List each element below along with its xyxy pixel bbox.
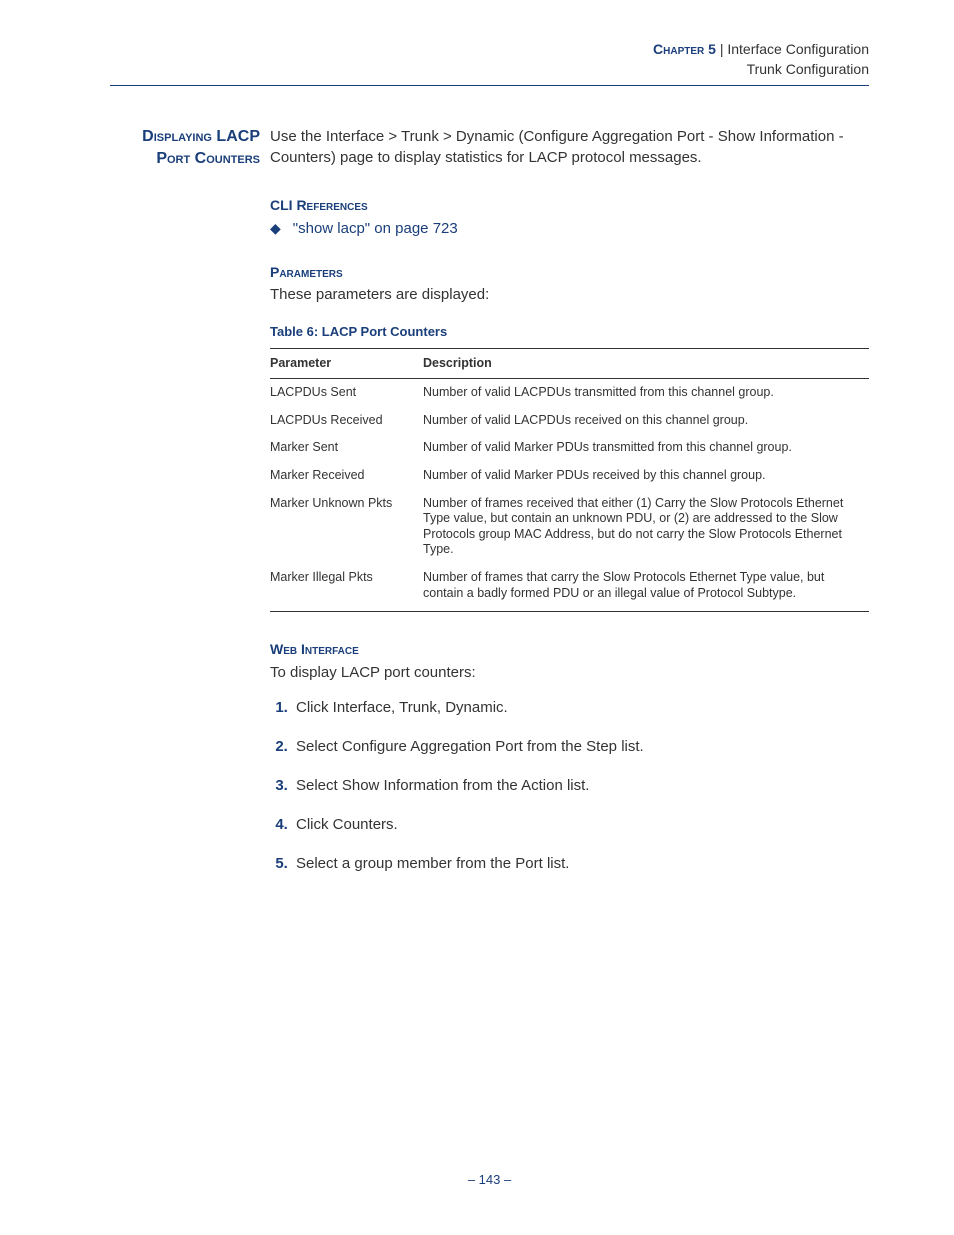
cell-parameter: LACPDUs Sent — [270, 379, 423, 407]
header-separator: | — [716, 41, 727, 57]
lacp-counters-table: Parameter Description LACPDUs SentNumber… — [270, 348, 869, 613]
cell-description: Number of valid LACPDUs transmitted from… — [423, 379, 869, 407]
col-header-description: Description — [423, 348, 869, 379]
cell-description: Number of valid Marker PDUs received by … — [423, 462, 869, 490]
cell-parameter: Marker Received — [270, 462, 423, 490]
chapter-title: Interface Configuration — [727, 41, 869, 57]
parameters-intro: These parameters are displayed: — [270, 284, 869, 305]
step-item: Click Interface, Trunk, Dynamic. — [292, 697, 869, 718]
web-interface-heading: Web Interface — [270, 640, 869, 660]
table-row: Marker Unknown PktsNumber of frames rece… — [270, 490, 869, 565]
step-item: Select Configure Aggregation Port from t… — [292, 736, 869, 757]
step-item: Select Show Information from the Action … — [292, 775, 869, 796]
table-row: Marker Illegal PktsNumber of frames that… — [270, 564, 869, 612]
cell-description: Number of frames received that either (1… — [423, 490, 869, 565]
page: Chapter 5 | Interface Configuration Trun… — [0, 0, 954, 1227]
table-row: LACPDUs ReceivedNumber of valid LACPDUs … — [270, 407, 869, 435]
parameters-heading: Parameters — [270, 263, 869, 283]
cli-reference-item: ◆ "show lacp" on page 723 — [270, 218, 869, 239]
cell-parameter: Marker Illegal Pkts — [270, 564, 423, 612]
step-item: Click Counters. — [292, 814, 869, 835]
cell-description: Number of valid Marker PDUs transmitted … — [423, 434, 869, 462]
table-header-row: Parameter Description — [270, 348, 869, 379]
content-row: Displaying LACP Port Counters Use the In… — [110, 126, 869, 892]
diamond-bullet-icon: ◆ — [270, 219, 281, 239]
col-header-parameter: Parameter — [270, 348, 423, 379]
cli-references-heading: CLI References — [270, 196, 869, 216]
cell-description: Number of frames that carry the Slow Pro… — [423, 564, 869, 612]
table-caption: Table 6: LACP Port Counters — [270, 323, 869, 341]
page-number: – 143 – — [110, 1172, 869, 1187]
step-item: Select a group member from the Port list… — [292, 853, 869, 874]
web-interface-intro: To display LACP port counters: — [270, 662, 869, 683]
chapter-label: Chapter 5 — [653, 41, 716, 57]
cell-description: Number of valid LACPDUs received on this… — [423, 407, 869, 435]
header-rule — [110, 85, 869, 86]
section-title: Trunk Configuration — [110, 60, 869, 80]
table-row: Marker SentNumber of valid Marker PDUs t… — [270, 434, 869, 462]
cell-parameter: Marker Sent — [270, 434, 423, 462]
steps-list: Click Interface, Trunk, Dynamic. Select C… — [270, 697, 869, 874]
show-lacp-link[interactable]: "show lacp" on page 723 — [293, 218, 458, 239]
cell-parameter: LACPDUs Received — [270, 407, 423, 435]
page-header: Chapter 5 | Interface Configuration Trun… — [110, 40, 869, 79]
main-column: Use the Interface > Trunk > Dynamic (Con… — [270, 126, 869, 892]
side-heading-line2: Port Counters — [110, 148, 260, 170]
intro-paragraph: Use the Interface > Trunk > Dynamic (Con… — [270, 126, 869, 168]
table-row: LACPDUs SentNumber of valid LACPDUs tran… — [270, 379, 869, 407]
side-heading-line1: Displaying LACP — [110, 126, 260, 148]
side-heading: Displaying LACP Port Counters — [110, 126, 270, 169]
cell-parameter: Marker Unknown Pkts — [270, 490, 423, 565]
table-row: Marker ReceivedNumber of valid Marker PD… — [270, 462, 869, 490]
